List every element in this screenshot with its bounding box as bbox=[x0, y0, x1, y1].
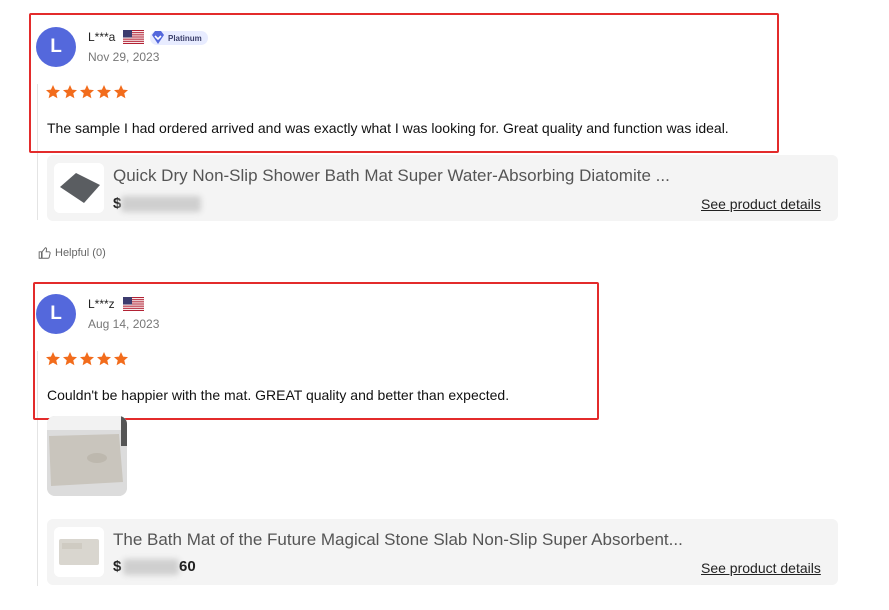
helpful-label: Helpful (0) bbox=[55, 247, 106, 259]
price-redaction bbox=[121, 196, 201, 212]
highlight-box bbox=[29, 13, 779, 153]
thumbs-up-icon bbox=[38, 247, 51, 259]
product-card[interactable]: Quick Dry Non-Slip Shower Bath Mat Super… bbox=[47, 155, 838, 221]
bath-mat-image bbox=[54, 527, 104, 577]
bath-mat-image bbox=[54, 163, 104, 213]
helpful-button[interactable]: Helpful (0) bbox=[38, 246, 106, 260]
product-thumbnail[interactable] bbox=[54, 163, 104, 213]
product-thumbnail[interactable] bbox=[54, 527, 104, 577]
highlight-box bbox=[33, 282, 599, 420]
price-redaction bbox=[123, 559, 179, 575]
see-product-details-link[interactable]: See product details bbox=[701, 196, 821, 212]
bath-mat-photo bbox=[47, 416, 127, 496]
product-card[interactable]: The Bath Mat of the Future Magical Stone… bbox=[47, 519, 838, 585]
product-title[interactable]: Quick Dry Non-Slip Shower Bath Mat Super… bbox=[113, 166, 670, 186]
product-price-tail: 60 bbox=[179, 558, 196, 575]
see-product-details-link[interactable]: See product details bbox=[701, 560, 821, 576]
product-title[interactable]: The Bath Mat of the Future Magical Stone… bbox=[113, 530, 683, 550]
product-price: $ bbox=[113, 558, 122, 575]
review-photo[interactable] bbox=[47, 416, 127, 496]
